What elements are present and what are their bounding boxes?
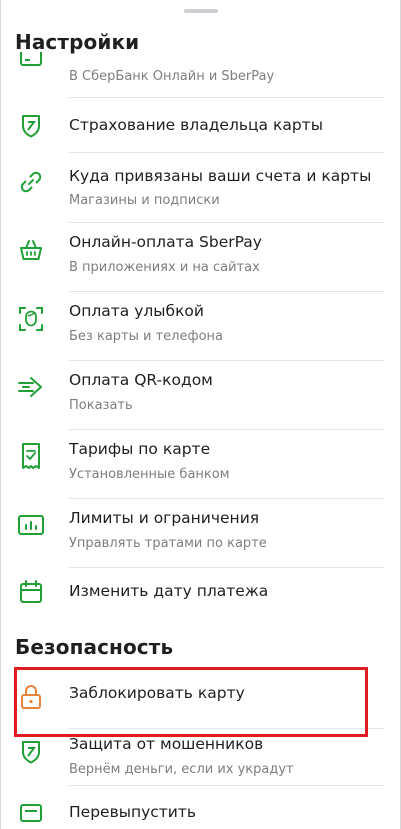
calendar-icon	[17, 578, 45, 606]
document-icon	[17, 442, 45, 470]
menu-item-title: Изменить дату платежа	[69, 582, 269, 600]
menu-item-linked-accounts[interactable]: Куда привязаны ваши счета и карты Магази…	[1, 153, 400, 222]
chart-icon	[17, 511, 45, 539]
menu-item-qr-pay[interactable]: Оплата QR-кодом Показать	[1, 361, 400, 429]
settings-section-title: Настройки	[15, 30, 140, 54]
menu-item-title: Оплата QR-кодом	[69, 371, 213, 389]
menu-item-title: Оплата улыбкой	[69, 302, 204, 320]
menu-item-title: Страхование владельца карты	[69, 116, 323, 134]
menu-item-subtitle: Вернём деньги, если их украдут	[69, 762, 294, 777]
menu-item-smile-pay[interactable]: Оплата улыбкой Без карты и телефона	[1, 292, 400, 360]
sheet-drag-handle[interactable]	[184, 9, 218, 13]
menu-item-title: Защита от мошенников	[69, 735, 264, 753]
card-icon	[17, 52, 45, 70]
menu-item-subtitle: В СберБанк Онлайн и SberPay	[69, 69, 275, 84]
bottom-sheet: Настройки В СберБанк Онлайн и SberPay Ст…	[0, 0, 401, 829]
arrow-right-icon	[17, 373, 45, 401]
menu-item-title: Куда привязаны ваши счета и карты	[69, 167, 372, 185]
basket-icon	[17, 236, 45, 264]
reissue-icon	[17, 799, 45, 827]
menu-item-subtitle: Показать	[69, 398, 133, 413]
menu-item-sberpay-online[interactable]: Онлайн-оплата SberPay В приложениях и на…	[1, 223, 400, 291]
menu-item-reissue[interactable]: Перевыпустить	[1, 786, 400, 829]
menu-item-limits[interactable]: Лимиты и ограничения Управлять тратами п…	[1, 499, 400, 567]
security-section-title: Безопасность	[15, 635, 174, 659]
menu-item-subtitle: В приложениях и на сайтах	[69, 260, 260, 275]
menu-item-title: Тарифы по карте	[69, 440, 211, 458]
menu-item-fraud-protection[interactable]: Защита от мошенников Вернём деньги, если…	[1, 729, 400, 785]
menu-item-subtitle: Управлять тратами по карте	[69, 536, 267, 551]
menu-item-title: Перевыпустить	[69, 803, 197, 821]
menu-item-subtitle: Магазины и подписки	[69, 193, 220, 208]
highlight-frame	[14, 667, 368, 737]
link-icon	[17, 168, 45, 196]
menu-item-card-tariffs[interactable]: Тарифы по карте Установленные банком	[1, 430, 400, 498]
menu-item-sberpay-card[interactable]: В СберБанк Онлайн и SberPay	[1, 52, 400, 98]
menu-item-card-insurance[interactable]: Страхование владельца карты	[1, 98, 400, 152]
menu-item-subtitle: Без карты и телефона	[69, 329, 223, 344]
shield-icon	[17, 738, 45, 766]
menu-item-title: Онлайн-оплата SberPay	[69, 233, 262, 251]
face-scan-icon	[17, 305, 45, 333]
menu-item-title: Лимиты и ограничения	[69, 509, 260, 527]
shield-icon	[17, 112, 45, 140]
menu-item-change-payment-date[interactable]: Изменить дату платежа	[1, 568, 400, 618]
menu-item-subtitle: Установленные банком	[69, 467, 230, 482]
